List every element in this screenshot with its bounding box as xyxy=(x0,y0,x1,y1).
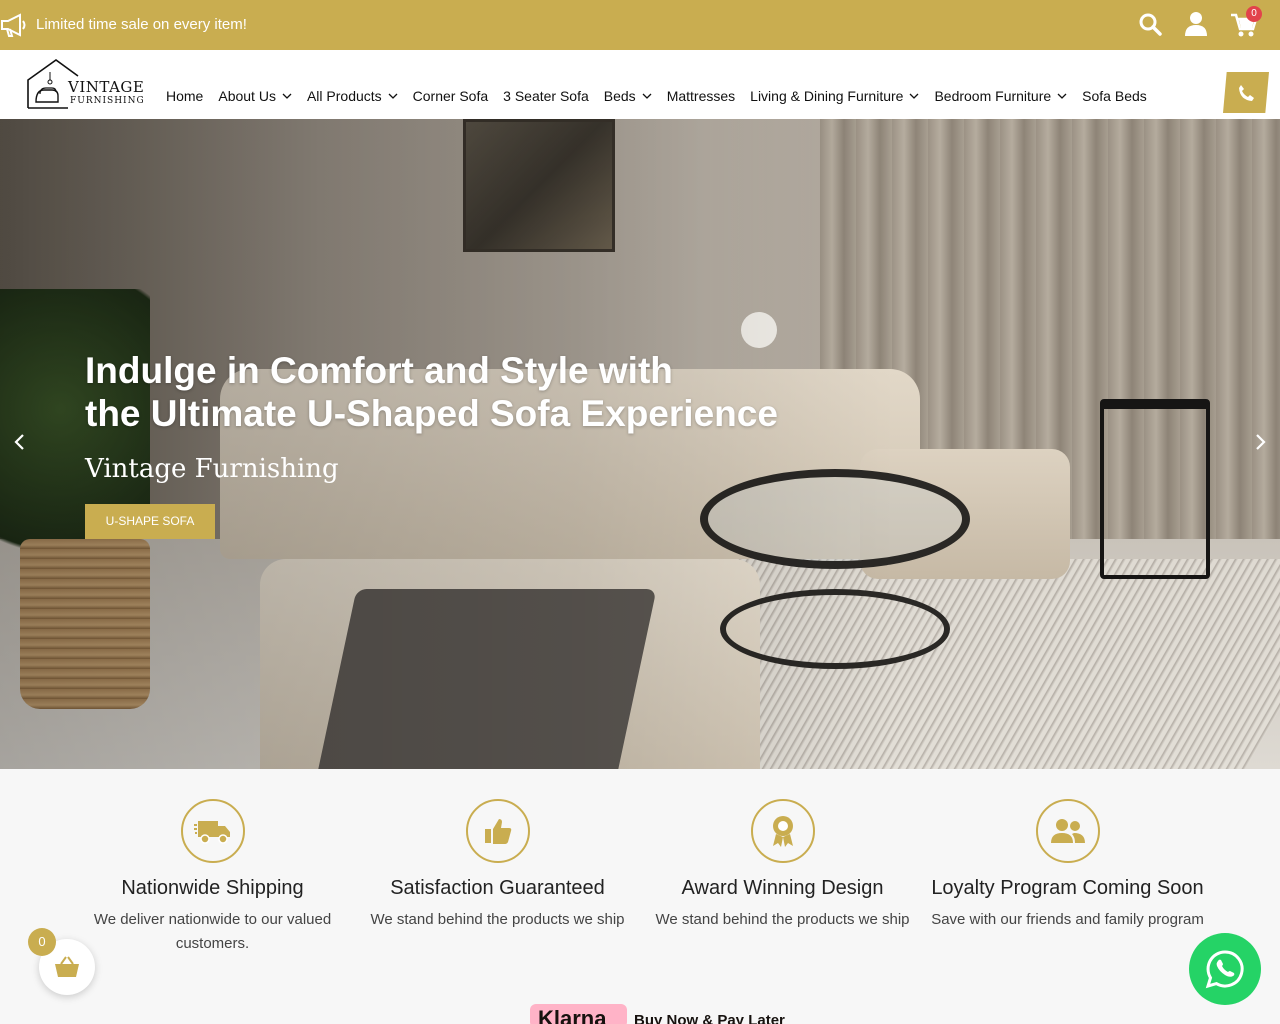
chevron-down-icon xyxy=(1057,93,1067,99)
nav-living-dining-furniture[interactable]: Living & Dining Furniture xyxy=(750,88,919,104)
nav-label: Mattresses xyxy=(666,88,736,104)
feature-satisfaction-guaranteed: Satisfaction Guaranteed We stand behind … xyxy=(355,799,640,932)
feature-description: Save with our friends and family program xyxy=(931,911,1204,928)
feature-description: We deliver nationwide to our valued cust… xyxy=(93,911,332,952)
cart-count-badge: 0 xyxy=(1246,6,1262,22)
users-icon xyxy=(1050,819,1085,843)
nav-3-seater-sofa[interactable]: 3 Seater Sofa xyxy=(503,88,589,104)
feature-description: We stand behind the products we ship xyxy=(370,911,625,928)
feature-title: Award Winning Design xyxy=(681,877,884,899)
feature-description: We stand behind the products we ship xyxy=(655,911,910,928)
nav-corner-sofa[interactable]: Corner Sofa xyxy=(413,88,488,104)
chevron-left-icon[interactable] xyxy=(10,432,30,452)
nav-label: Corner Sofa xyxy=(412,88,489,104)
feature-title: Loyalty Program Coming Soon xyxy=(931,877,1204,899)
chevron-right-icon[interactable] xyxy=(1250,432,1270,452)
nav-label: All Products xyxy=(306,88,382,104)
search-icon[interactable] xyxy=(1138,12,1162,36)
user-icon[interactable] xyxy=(1184,11,1208,37)
award-icon xyxy=(772,816,793,847)
feature-title: Satisfaction Guaranteed xyxy=(390,877,605,899)
chevron-down-icon xyxy=(909,93,919,99)
floating-cart-count: 0 xyxy=(28,928,56,956)
nav-all-products[interactable]: All Products xyxy=(307,88,398,104)
nav-label: 3 Seater Sofa xyxy=(503,88,589,104)
phone-icon xyxy=(1239,84,1254,101)
features-section: Nationwide Shipping We deliver nationwid… xyxy=(0,769,1280,1024)
nav-bedroom-furniture[interactable]: Bedroom Furniture xyxy=(934,88,1067,104)
feature-title: Nationwide Shipping xyxy=(121,877,304,899)
nav-label: Bedroom Furniture xyxy=(934,88,1052,104)
klarna-badge: Klarna xyxy=(530,1004,627,1024)
feature-award-winning-design: Award Winning Design We stand behind the… xyxy=(640,799,925,932)
nav-home[interactable]: Home xyxy=(166,88,203,104)
hero-heading-line2: the Ultimate U-Shaped Sofa Experience xyxy=(85,393,778,434)
feature-nationwide-shipping: Nationwide Shipping We deliver nationwid… xyxy=(70,799,355,956)
nav-beds[interactable]: Beds xyxy=(604,88,652,104)
chevron-down-icon xyxy=(282,93,292,99)
nav-mattresses[interactable]: Mattresses xyxy=(667,88,735,104)
logo-text-furnishing: FURNISHING xyxy=(70,96,145,106)
nav-label: Home xyxy=(166,88,204,104)
hero-heading-line1: Indulge in Comfort and Style with xyxy=(85,350,673,391)
thumbs-up-icon xyxy=(484,819,511,844)
main-nav: Home About Us All Products Corner Sofa 3… xyxy=(166,88,1162,104)
hero-slider: Indulge in Comfort and Style with the Ul… xyxy=(0,119,1280,769)
megaphone-icon xyxy=(1,13,26,37)
basket-icon xyxy=(55,956,79,977)
phone-button[interactable] xyxy=(1223,72,1269,113)
nav-label: Beds xyxy=(603,88,636,104)
hero-subtitle: Vintage Furnishing xyxy=(85,454,339,484)
feature-icon-circle xyxy=(750,799,815,863)
site-logo[interactable]: VINTAGE FURNISHING xyxy=(26,58,145,110)
promo-text: Limited time sale on every item! xyxy=(36,16,247,33)
nav-label: Living & Dining Furniture xyxy=(750,88,904,104)
u-shape-sofa-button[interactable]: U-SHAPE SOFA xyxy=(85,504,215,539)
nav-label: About Us xyxy=(218,88,276,104)
chevron-down-icon xyxy=(388,93,398,99)
hero-heading: Indulge in Comfort and Style with the Ul… xyxy=(85,349,805,435)
logo-text-vintage: VINTAGE xyxy=(68,78,145,96)
feature-icon-circle xyxy=(1035,799,1100,863)
chevron-down-icon xyxy=(642,93,652,99)
hero-overlay xyxy=(0,119,1280,769)
whatsapp-icon xyxy=(1205,950,1244,989)
bnpl-text: Buy Now & Pay Later xyxy=(634,1012,785,1024)
nav-sofa-beds[interactable]: Sofa Beds xyxy=(1082,88,1147,104)
feature-loyalty-program: Loyalty Program Coming Soon Save with ou… xyxy=(925,799,1210,932)
site-header: VINTAGE FURNISHING Home About Us All Pro… xyxy=(0,50,1280,119)
feature-icon-circle xyxy=(465,799,530,863)
nav-label: Sofa Beds xyxy=(1082,88,1147,104)
promo-bar: Limited time sale on every item! 0 xyxy=(0,0,1280,50)
whatsapp-button[interactable] xyxy=(1189,933,1261,1005)
feature-icon-circle xyxy=(180,799,245,863)
nav-about-us[interactable]: About Us xyxy=(218,88,292,104)
truck-icon xyxy=(193,821,230,844)
